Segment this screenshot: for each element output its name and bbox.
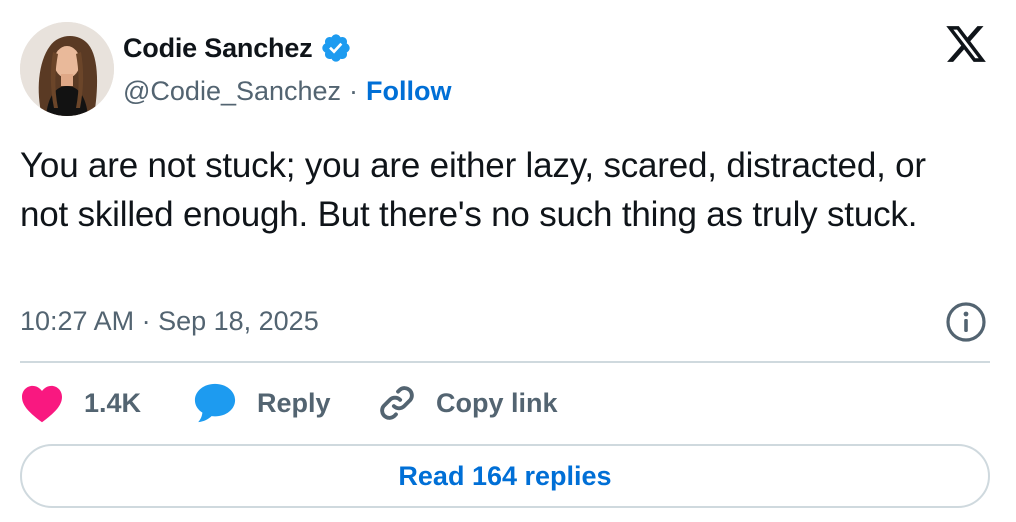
- author-handle[interactable]: @Codie_Sanchez: [123, 76, 341, 107]
- tweet-timestamp[interactable]: 10:27 AM · Sep 18, 2025: [20, 303, 319, 339]
- follow-button[interactable]: Follow: [366, 76, 451, 107]
- author-name-row: Codie Sanchez: [123, 30, 352, 66]
- read-replies-label: Read 164 replies: [398, 460, 612, 491]
- author-display-name[interactable]: Codie Sanchez: [123, 33, 313, 64]
- reply-label: Reply: [257, 387, 331, 418]
- copy-link-button[interactable]: Copy link: [376, 380, 558, 426]
- heart-icon: [22, 385, 62, 423]
- author-handle-row: @Codie_Sanchez · Follow: [123, 73, 452, 109]
- like-button[interactable]: 1.4K: [20, 380, 141, 426]
- embedded-tweet-card: Codie Sanchez @Codie_Sanchez · Follow Yo…: [0, 0, 1016, 522]
- avatar-image: [20, 22, 114, 116]
- link-icon: [380, 386, 414, 420]
- author-avatar[interactable]: [20, 22, 114, 116]
- verified-badge-icon: [320, 32, 352, 64]
- copy-link-label: Copy link: [436, 387, 558, 418]
- info-icon[interactable]: [945, 301, 987, 343]
- handle-separator: ·: [349, 75, 359, 106]
- tweet-text: You are not stuck; you are either lazy, …: [20, 146, 926, 234]
- like-count: 1.4K: [84, 387, 142, 418]
- divider: [20, 361, 990, 363]
- reply-button[interactable]: Reply: [193, 380, 331, 426]
- speech-bubble-icon: [194, 383, 236, 423]
- x-logo-icon[interactable]: [944, 22, 988, 66]
- read-replies-button[interactable]: Read 164 replies: [20, 444, 990, 508]
